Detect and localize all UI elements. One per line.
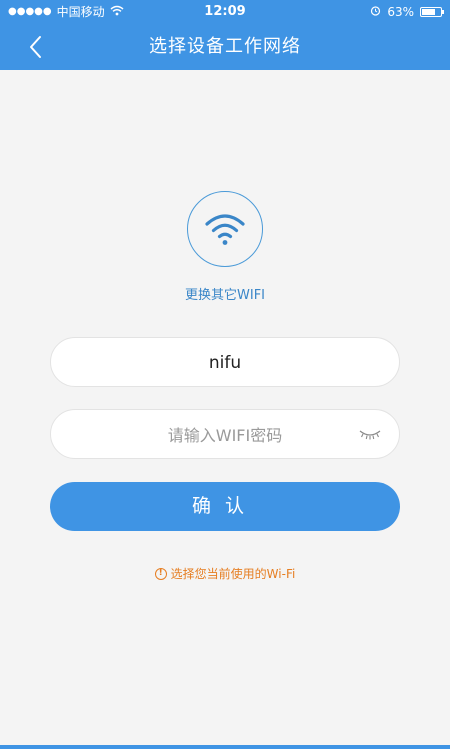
page-title: 选择设备工作网络	[149, 36, 301, 57]
ssid-field[interactable]	[50, 337, 400, 388]
warning-icon: !	[154, 567, 167, 580]
status-bar: ●●●●● 中国移动 12:09 63%	[0, 0, 450, 24]
ssid-input[interactable]	[71, 338, 379, 388]
change-wifi-link[interactable]: 更换其它WIFI	[0, 284, 450, 303]
confirm-button[interactable]: 确认	[50, 482, 400, 531]
hint-message: ! 选择您当前使用的Wi-Fi	[0, 565, 450, 582]
header: ●●●●● 中国移动 12:09 63% 选择设备工作网络	[0, 0, 450, 70]
wifi-icon	[205, 214, 245, 245]
eye-closed-icon[interactable]	[358, 427, 382, 441]
password-input[interactable]	[101, 410, 349, 460]
alarm-icon	[370, 0, 381, 24]
bottom-edge	[0, 745, 450, 749]
password-field[interactable]	[50, 409, 400, 460]
battery-icon	[420, 7, 444, 17]
wifi-icon-circle	[187, 191, 263, 267]
battery-percent: 63%	[387, 5, 414, 19]
hint-text: 选择您当前使用的Wi-Fi	[170, 567, 296, 581]
nav-bar: 选择设备工作网络	[0, 24, 450, 70]
